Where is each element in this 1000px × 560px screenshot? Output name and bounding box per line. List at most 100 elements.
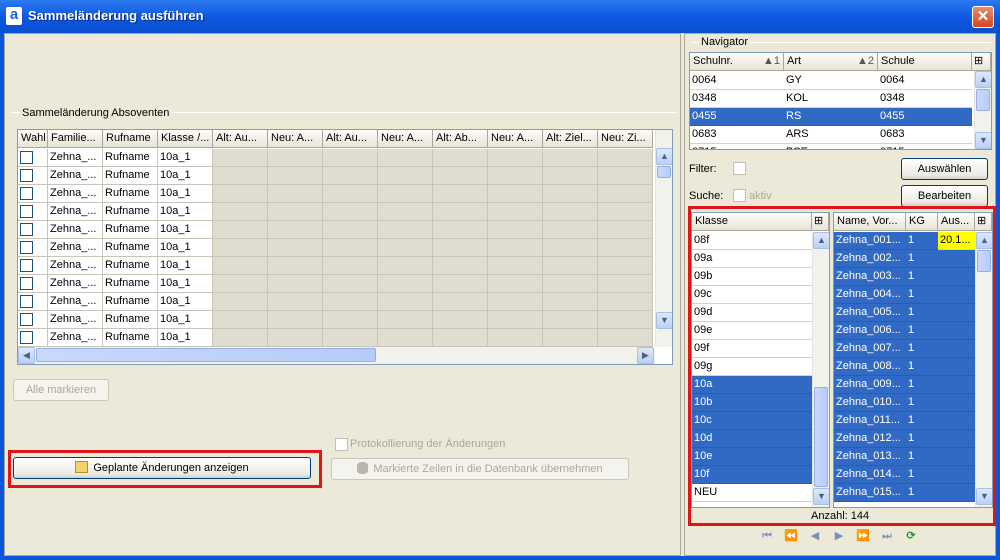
table-cell-empty xyxy=(488,167,543,185)
table-cell-empty xyxy=(433,149,488,167)
navigator-row-cell[interactable]: 0455 xyxy=(690,108,784,126)
wahl-checkbox[interactable] xyxy=(20,187,33,200)
scroll-up-arrow[interactable]: ▲ xyxy=(975,71,991,88)
wahl-checkbox[interactable] xyxy=(20,331,33,344)
navigator-row-cell[interactable]: 0348 xyxy=(690,90,784,108)
navigator-row-cell[interactable]: 0455 xyxy=(878,108,972,126)
table-row[interactable] xyxy=(18,311,48,329)
column-header[interactable]: Alt: Au... xyxy=(323,130,378,148)
table-cell-empty xyxy=(378,239,433,257)
protokollierung-checkbox[interactable] xyxy=(335,438,348,451)
column-header[interactable]: Neu: A... xyxy=(378,130,433,148)
column-header[interactable]: Alt: Au... xyxy=(213,130,268,148)
navigator-column-header[interactable]: Art ▲2 xyxy=(784,53,878,71)
navigator-row-cell[interactable]: 0064 xyxy=(690,72,784,90)
absolventen-table[interactable]: Wahl Familie... Rufname Klasse /... Alt: Au.… xyxy=(17,129,673,365)
navigator-row-cell[interactable]: 0683 xyxy=(690,126,784,144)
alle-markieren-button[interactable]: Alle markieren xyxy=(13,379,109,401)
wahl-checkbox[interactable] xyxy=(20,241,33,254)
navigator-row-cell[interactable]: 0348 xyxy=(878,90,972,108)
group-title: Sammeländerung Absoventen xyxy=(20,107,172,119)
wahl-checkbox[interactable] xyxy=(20,295,33,308)
next-page-icon[interactable]: ⏩ xyxy=(856,529,870,543)
table-row[interactable] xyxy=(18,185,48,203)
column-header[interactable]: Alt: Ziel... xyxy=(543,130,598,148)
wahl-checkbox[interactable] xyxy=(20,313,33,326)
navigator-column-header[interactable]: Schule xyxy=(878,53,972,71)
scroll-left-arrow[interactable]: ◀ xyxy=(18,347,35,364)
table-row[interactable] xyxy=(18,149,48,167)
table-cell-empty xyxy=(213,239,268,257)
navigator-row-cell[interactable]: BSE xyxy=(784,144,878,149)
navigator-row-cell[interactable]: 0715 xyxy=(690,144,784,149)
navigator-row-cell[interactable]: KOL xyxy=(784,90,878,108)
navigator-row-cell[interactable]: 0683 xyxy=(878,126,972,144)
scroll-thumb[interactable] xyxy=(976,89,990,111)
navigator-table[interactable]: Schulnr. ▲1 Art ▲2 Schule ⊞ 0064 GY 0064 0348 KOL 0… xyxy=(689,52,992,150)
column-header[interactable]: Neu: A... xyxy=(268,130,323,148)
table-vertical-scrollbar[interactable]: ▲ ▼ xyxy=(655,130,672,347)
navigator-row-cell[interactable]: GY xyxy=(784,72,878,90)
scroll-thumb[interactable] xyxy=(36,348,376,362)
navigator-row-cell[interactable]: ARS xyxy=(784,126,878,144)
table-cell: 10a_1 xyxy=(158,275,213,293)
suche-aktiv-checkbox[interactable] xyxy=(733,189,746,202)
table-row[interactable] xyxy=(18,257,48,275)
column-config-icon[interactable]: ⊞ xyxy=(972,53,991,71)
table-cell-empty xyxy=(213,167,268,185)
wahl-checkbox[interactable] xyxy=(20,277,33,290)
navigator-row-cell[interactable]: 0715 xyxy=(878,144,972,149)
refresh-icon[interactable]: ⟳ xyxy=(904,529,918,543)
column-header[interactable]: Neu: A... xyxy=(488,130,543,148)
table-row[interactable] xyxy=(18,239,48,257)
column-header[interactable]: Familie... xyxy=(48,130,103,148)
table-cell-empty xyxy=(213,293,268,311)
scroll-thumb[interactable] xyxy=(657,166,671,178)
prev-page-icon[interactable]: ⏪ xyxy=(784,529,798,543)
column-header[interactable]: Rufname xyxy=(103,130,158,148)
navigator-row-cell[interactable]: RS xyxy=(784,108,878,126)
navigator-row-cell[interactable]: 0064 xyxy=(878,72,972,90)
navigator-scrollbar[interactable]: ▲ ▼ xyxy=(974,71,991,149)
table-row[interactable] xyxy=(18,329,48,347)
first-record-icon[interactable]: ⏮ xyxy=(760,529,774,543)
column-header[interactable]: Wahl xyxy=(18,130,48,148)
scroll-right-arrow[interactable]: ▶ xyxy=(637,347,654,364)
column-header[interactable]: Neu: Zi... xyxy=(598,130,653,148)
close-button[interactable]: ✕ xyxy=(972,6,994,28)
table-row[interactable] xyxy=(18,275,48,293)
table-cell-empty xyxy=(598,185,653,203)
table-cell: Zehna_... xyxy=(48,311,103,329)
table-horizontal-scrollbar[interactable]: ◀ ▶ xyxy=(18,347,655,364)
table-row[interactable] xyxy=(18,221,48,239)
navigator-column-label: Art xyxy=(787,55,802,67)
next-record-icon[interactable]: ▶ xyxy=(832,529,846,543)
scroll-up-arrow[interactable]: ▲ xyxy=(656,148,672,165)
wahl-checkbox[interactable] xyxy=(20,223,33,236)
table-row[interactable] xyxy=(18,203,48,221)
markierte-zeilen-button[interactable]: Markierte Zeilen in die Datenbank überne… xyxy=(331,458,629,480)
last-record-icon[interactable]: ⏭ xyxy=(880,529,894,543)
bearbeiten-button[interactable]: Bearbeiten xyxy=(901,185,988,207)
auswaehlen-button[interactable]: Auswählen xyxy=(901,158,988,180)
wahl-checkbox[interactable] xyxy=(20,205,33,218)
table-cell-empty xyxy=(433,311,488,329)
wahl-checkbox[interactable] xyxy=(20,169,33,182)
scroll-down-arrow[interactable]: ▼ xyxy=(975,132,991,149)
prev-record-icon[interactable]: ◀ xyxy=(808,529,822,543)
filter-checkbox[interactable] xyxy=(733,162,746,175)
column-header[interactable]: Alt: Ab... xyxy=(433,130,488,148)
wahl-checkbox[interactable] xyxy=(20,259,33,272)
navigator-column-header[interactable]: Schulnr. ▲1 xyxy=(690,53,784,71)
scroll-down-arrow[interactable]: ▼ xyxy=(656,312,672,329)
table-row[interactable] xyxy=(18,293,48,311)
wahl-checkbox[interactable] xyxy=(20,151,33,164)
title-bar[interactable]: a Sammeländerung ausführen ✕ xyxy=(0,0,1000,33)
table-cell: 10a_1 xyxy=(158,293,213,311)
table-cell-empty xyxy=(378,293,433,311)
table-cell: Zehna_... xyxy=(48,329,103,347)
table-row[interactable] xyxy=(18,167,48,185)
table-cell-empty xyxy=(268,167,323,185)
column-header[interactable]: Klasse /... xyxy=(158,130,213,148)
table-cell-empty xyxy=(598,203,653,221)
